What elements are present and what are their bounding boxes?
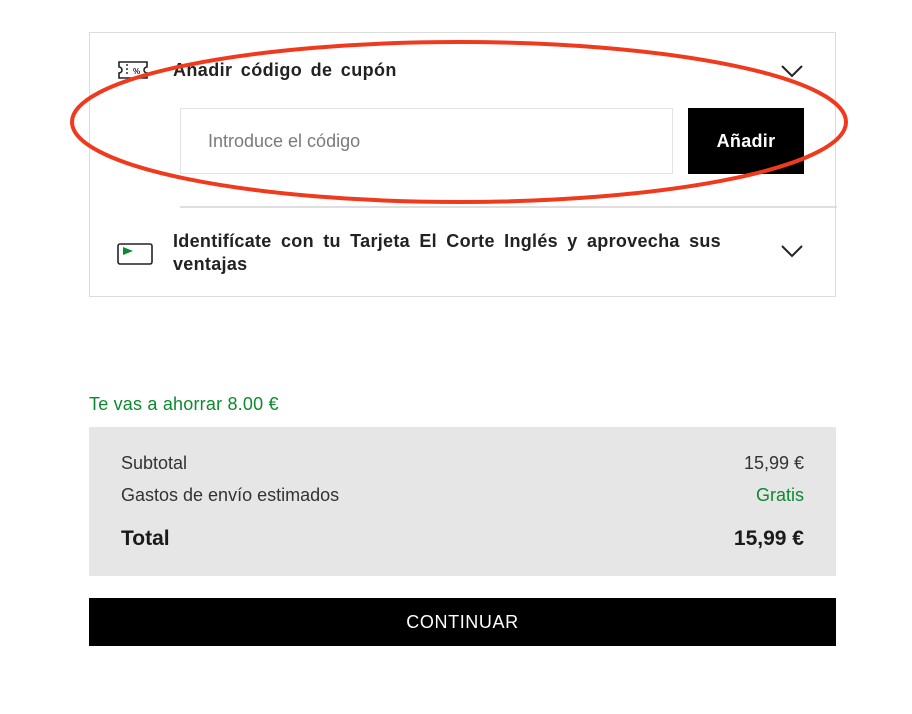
coupon-code-input[interactable] bbox=[180, 108, 673, 174]
svg-text:%: % bbox=[133, 67, 140, 76]
subtotal-row: Subtotal 15,99 € bbox=[121, 453, 804, 474]
coupon-title: Añadir código de cupón bbox=[173, 60, 397, 80]
continue-button[interactable]: CONTINUAR bbox=[89, 598, 836, 646]
coupon-section-header[interactable]: % Añadir código de cupón bbox=[90, 33, 835, 109]
add-coupon-button[interactable]: Añadir bbox=[688, 108, 804, 174]
total-row: Total 15,99 € bbox=[121, 527, 804, 551]
shipping-label: Gastos de envío estimados bbox=[121, 485, 340, 505]
subtotal-label: Subtotal bbox=[121, 453, 188, 473]
loyalty-card-prompt[interactable]: Identifícate con tu Tarjeta El Corte Ing… bbox=[173, 230, 721, 276]
shipping-value: Gratis bbox=[755, 485, 804, 505]
savings-message: Te vas a ahorrar 8.00 € bbox=[89, 394, 279, 414]
total-value: 15,99 € bbox=[733, 527, 804, 550]
coupon-ticket-icon: % bbox=[118, 61, 148, 79]
order-summary: Subtotal 15,99 € Gastos de envío estimad… bbox=[89, 427, 836, 576]
chevron-down-icon[interactable] bbox=[780, 244, 804, 258]
eci-card-icon bbox=[117, 243, 153, 265]
subtotal-value: 15,99 € bbox=[743, 453, 804, 473]
section-divider bbox=[180, 206, 837, 208]
promotions-panel: % Añadir código de cupón Añadir Identifí… bbox=[89, 32, 837, 297]
shipping-row: Gastos de envío estimados Gratis bbox=[121, 485, 804, 506]
chevron-down-icon[interactable] bbox=[780, 64, 804, 78]
total-label: Total bbox=[121, 527, 170, 550]
